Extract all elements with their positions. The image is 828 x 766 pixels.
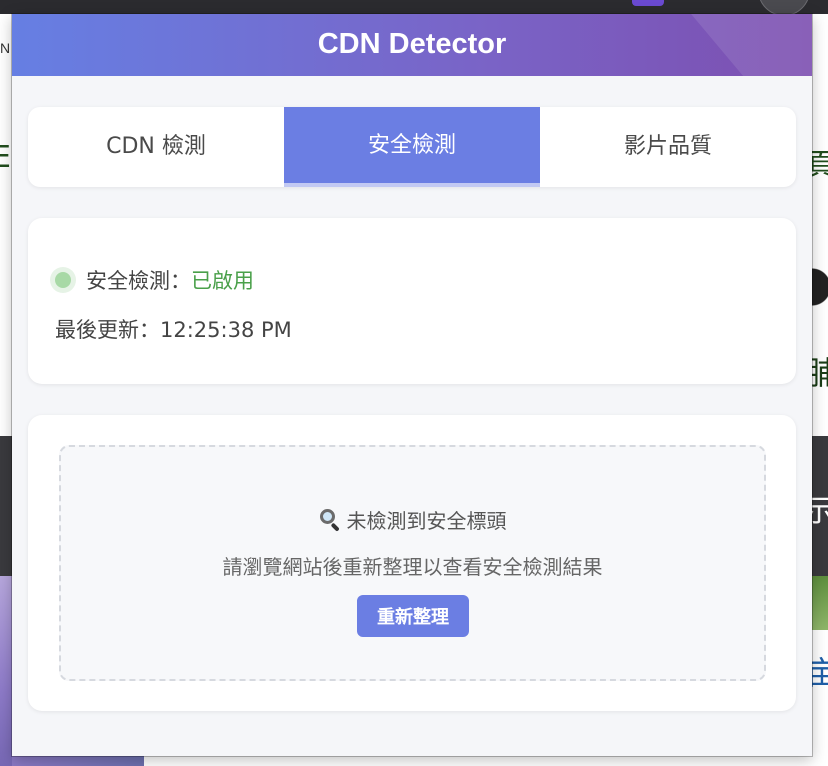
last-updated: 最後更新：12:25:38 PM — [55, 318, 292, 342]
background-photo — [812, 576, 828, 630]
empty-state-title: 未檢測到安全標頭 — [346, 509, 507, 533]
background-photo — [0, 576, 12, 766]
tab-video-quality[interactable]: 影片品質 — [540, 107, 796, 187]
status-value: 已啟用 — [191, 269, 254, 293]
background-dark-band — [0, 436, 12, 576]
status-card: 安全檢測： 已啟用 最後更新：12:25:38 PM — [28, 218, 796, 384]
background-text-fragment: N — [0, 40, 11, 56]
background-photo — [12, 756, 144, 766]
results-card: 未檢測到安全標頭 請瀏覽網站後重新整理以查看安全檢測結果 重新整理 — [28, 415, 796, 711]
background-graphic — [812, 254, 828, 320]
empty-state-description: 請瀏覽網站後重新整理以查看安全檢測結果 — [222, 555, 603, 579]
popup-header: CDN Detector — [12, 14, 812, 76]
status-line: 安全檢測： 已啟用 — [50, 265, 254, 295]
status-label: 安全檢測： — [86, 269, 191, 293]
browser-top-bar — [0, 0, 828, 14]
refresh-button[interactable]: 重新整理 — [357, 595, 469, 637]
search-icon — [319, 509, 341, 532]
background-text-fragment: E — [0, 140, 11, 175]
tab-cdn-detection[interactable]: CDN 檢測 — [28, 107, 284, 187]
tab-security-detection[interactable]: 安全檢測 — [284, 107, 540, 187]
empty-state: 未檢測到安全標頭 請瀏覽網站後重新整理以查看安全檢測結果 重新整理 — [59, 445, 766, 681]
extension-popup: CDN Detector CDN 檢測 安全檢測 影片品質 安全檢測： 已啟用 … — [12, 14, 812, 756]
status-indicator-dot — [55, 272, 71, 288]
browser-tab-indicator — [632, 0, 664, 6]
empty-state-title-row: 未檢測到安全標頭 — [61, 505, 764, 534]
tab-bar: CDN 檢測 安全檢測 影片品質 — [28, 107, 796, 187]
app-title: CDN Detector — [317, 28, 507, 60]
